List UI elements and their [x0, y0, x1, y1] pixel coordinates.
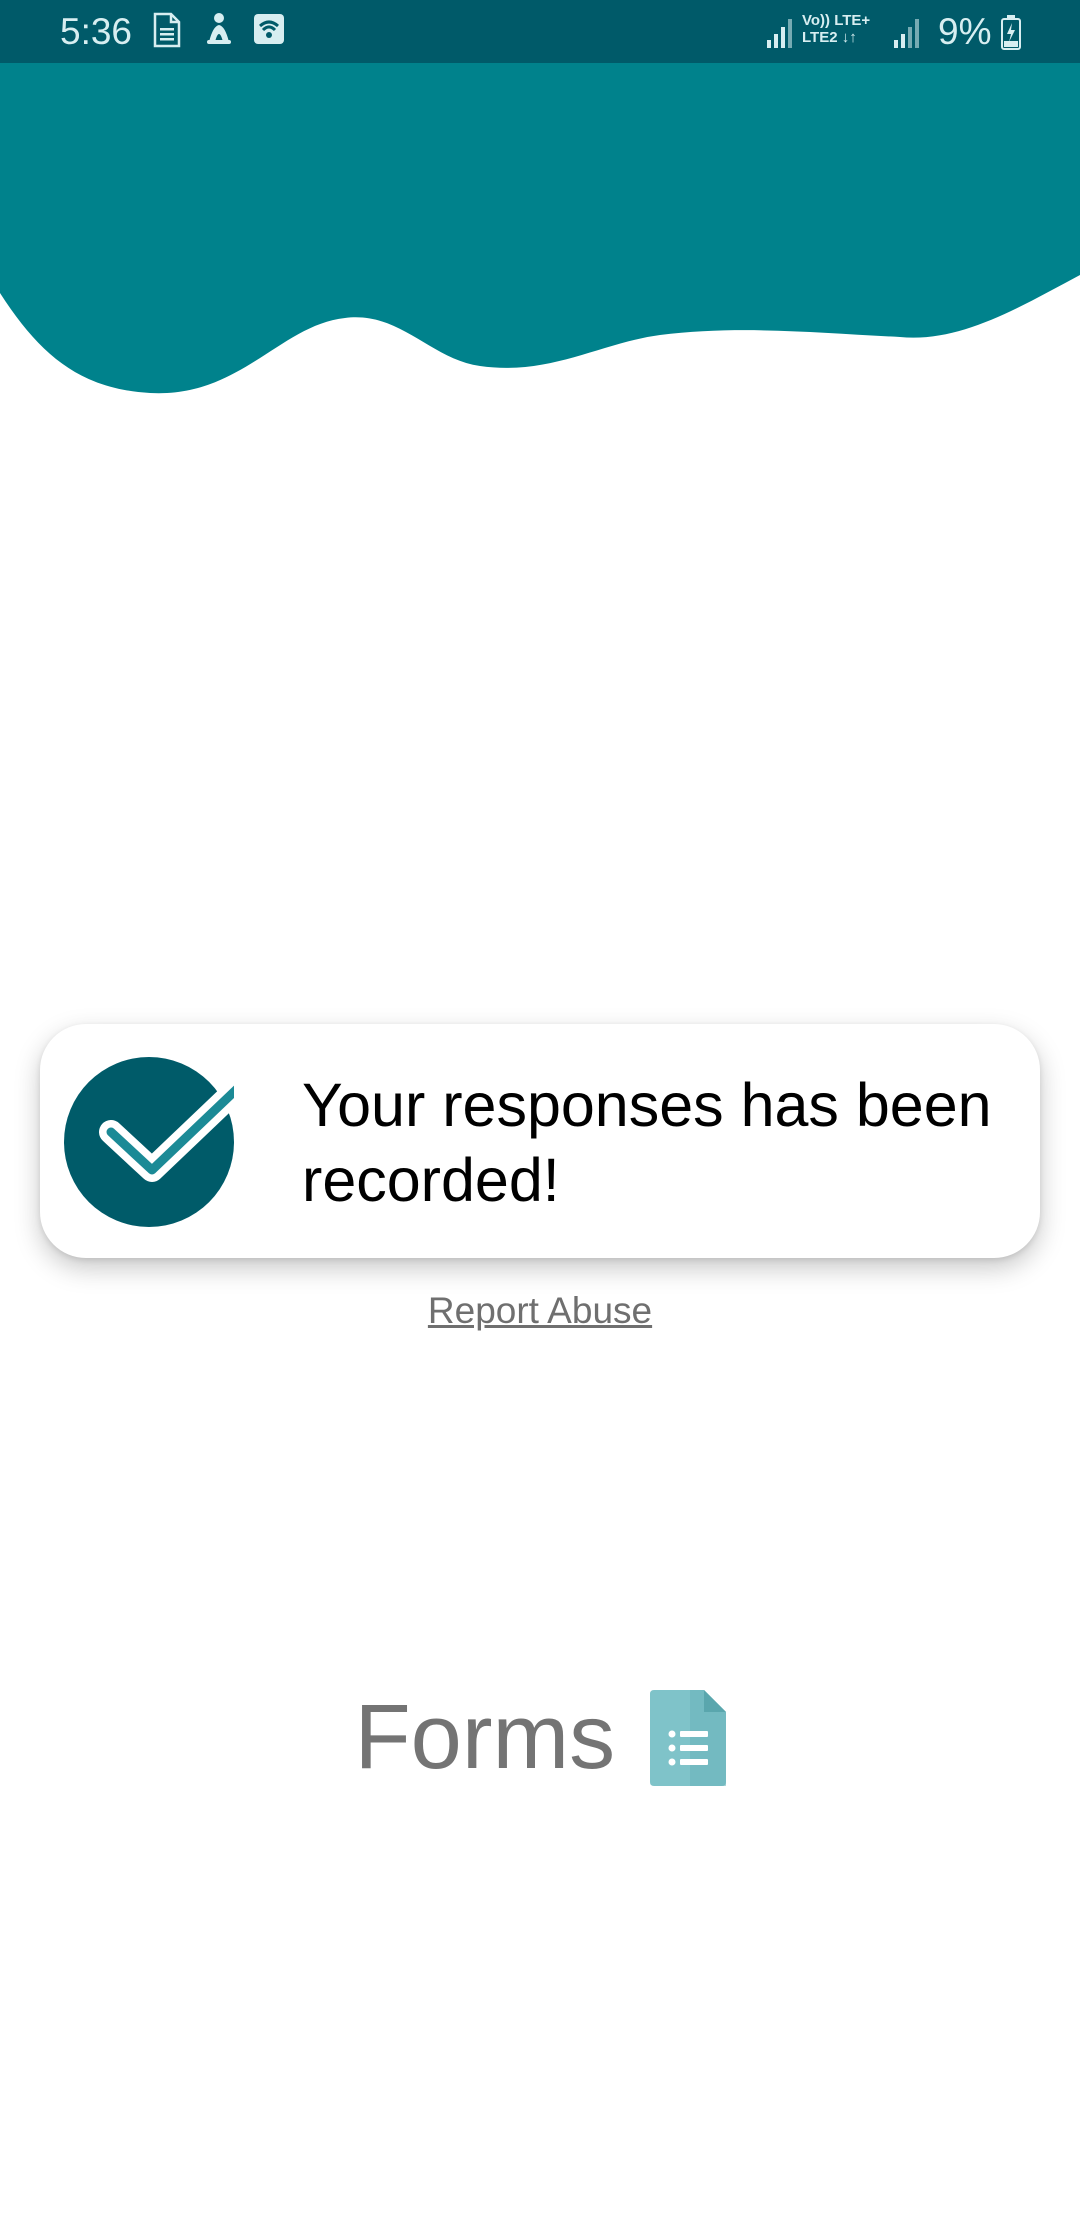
document-icon [152, 12, 182, 53]
battery-charging-icon [1000, 14, 1022, 55]
confirmation-message: Your responses has been recorded! [302, 1071, 992, 1214]
accessibility-icon [203, 12, 235, 53]
signal-icon [766, 16, 796, 53]
forms-wordmark: Forms [354, 1686, 616, 1788]
signal-icon-2 [893, 16, 923, 53]
network-label-bottom: LTE2 ↓↑ [802, 29, 857, 46]
screen: 5:36 Vo)) LTE+ LTE2 ↓↑ 9% Your responses… [0, 0, 1080, 2220]
status-time: 5:36 [60, 11, 133, 52]
network-type-label: Vo)) LTE+ LTE2 ↓↑ [802, 12, 892, 46]
status-bar: 5:36 Vo)) LTE+ LTE2 ↓↑ 9% [0, 0, 1080, 63]
wifi-calling-icon [253, 12, 285, 51]
forms-branding: Forms [0, 1685, 1080, 1795]
report-abuse-link[interactable]: Report Abuse [0, 1290, 1080, 1332]
network-label-top: Vo)) LTE+ [802, 12, 871, 29]
battery-percent: 9% [938, 11, 992, 52]
check-circle-icon [64, 1057, 250, 1227]
forms-document-icon [649, 1689, 726, 1786]
header-wave [0, 63, 1080, 394]
confirmation-card: Your responses has been recorded! [40, 1024, 1040, 1258]
